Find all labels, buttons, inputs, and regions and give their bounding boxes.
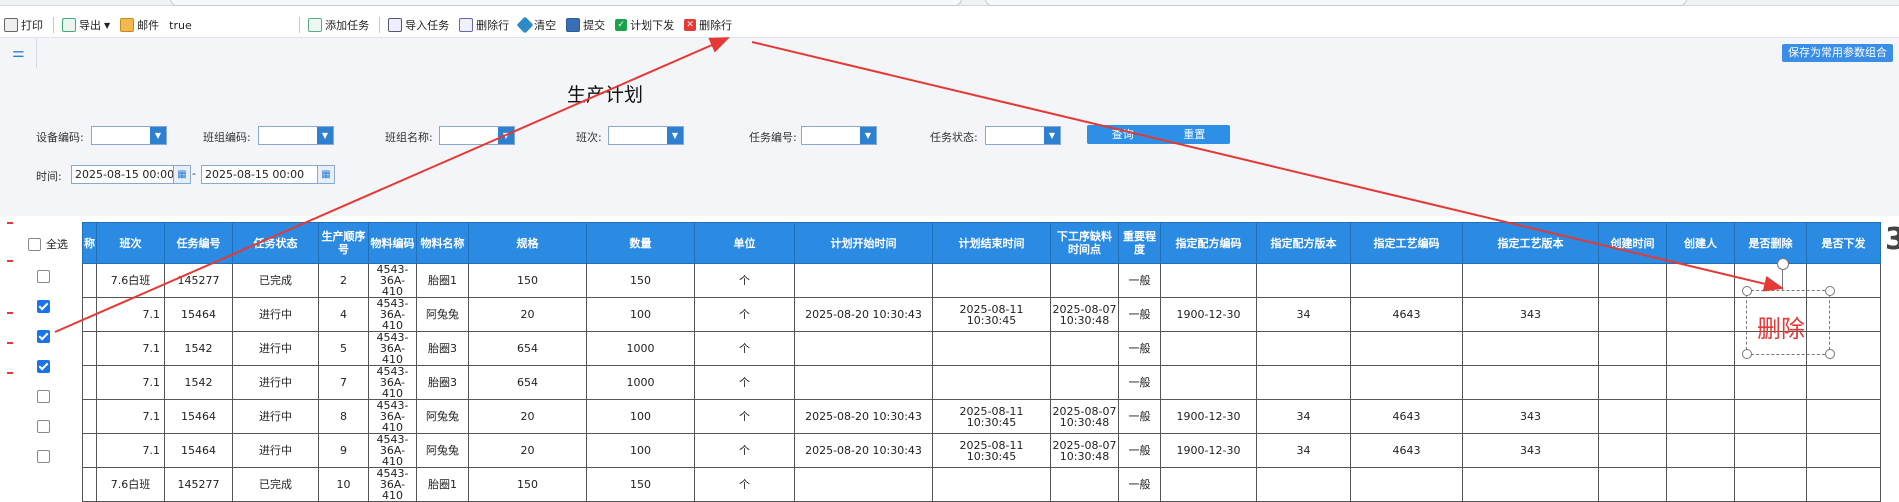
arrow-delete-to-column [751, 41, 1784, 292]
annotation-arrows [54, 37, 1784, 333]
arrow-checkbox-to-delete [54, 37, 730, 333]
